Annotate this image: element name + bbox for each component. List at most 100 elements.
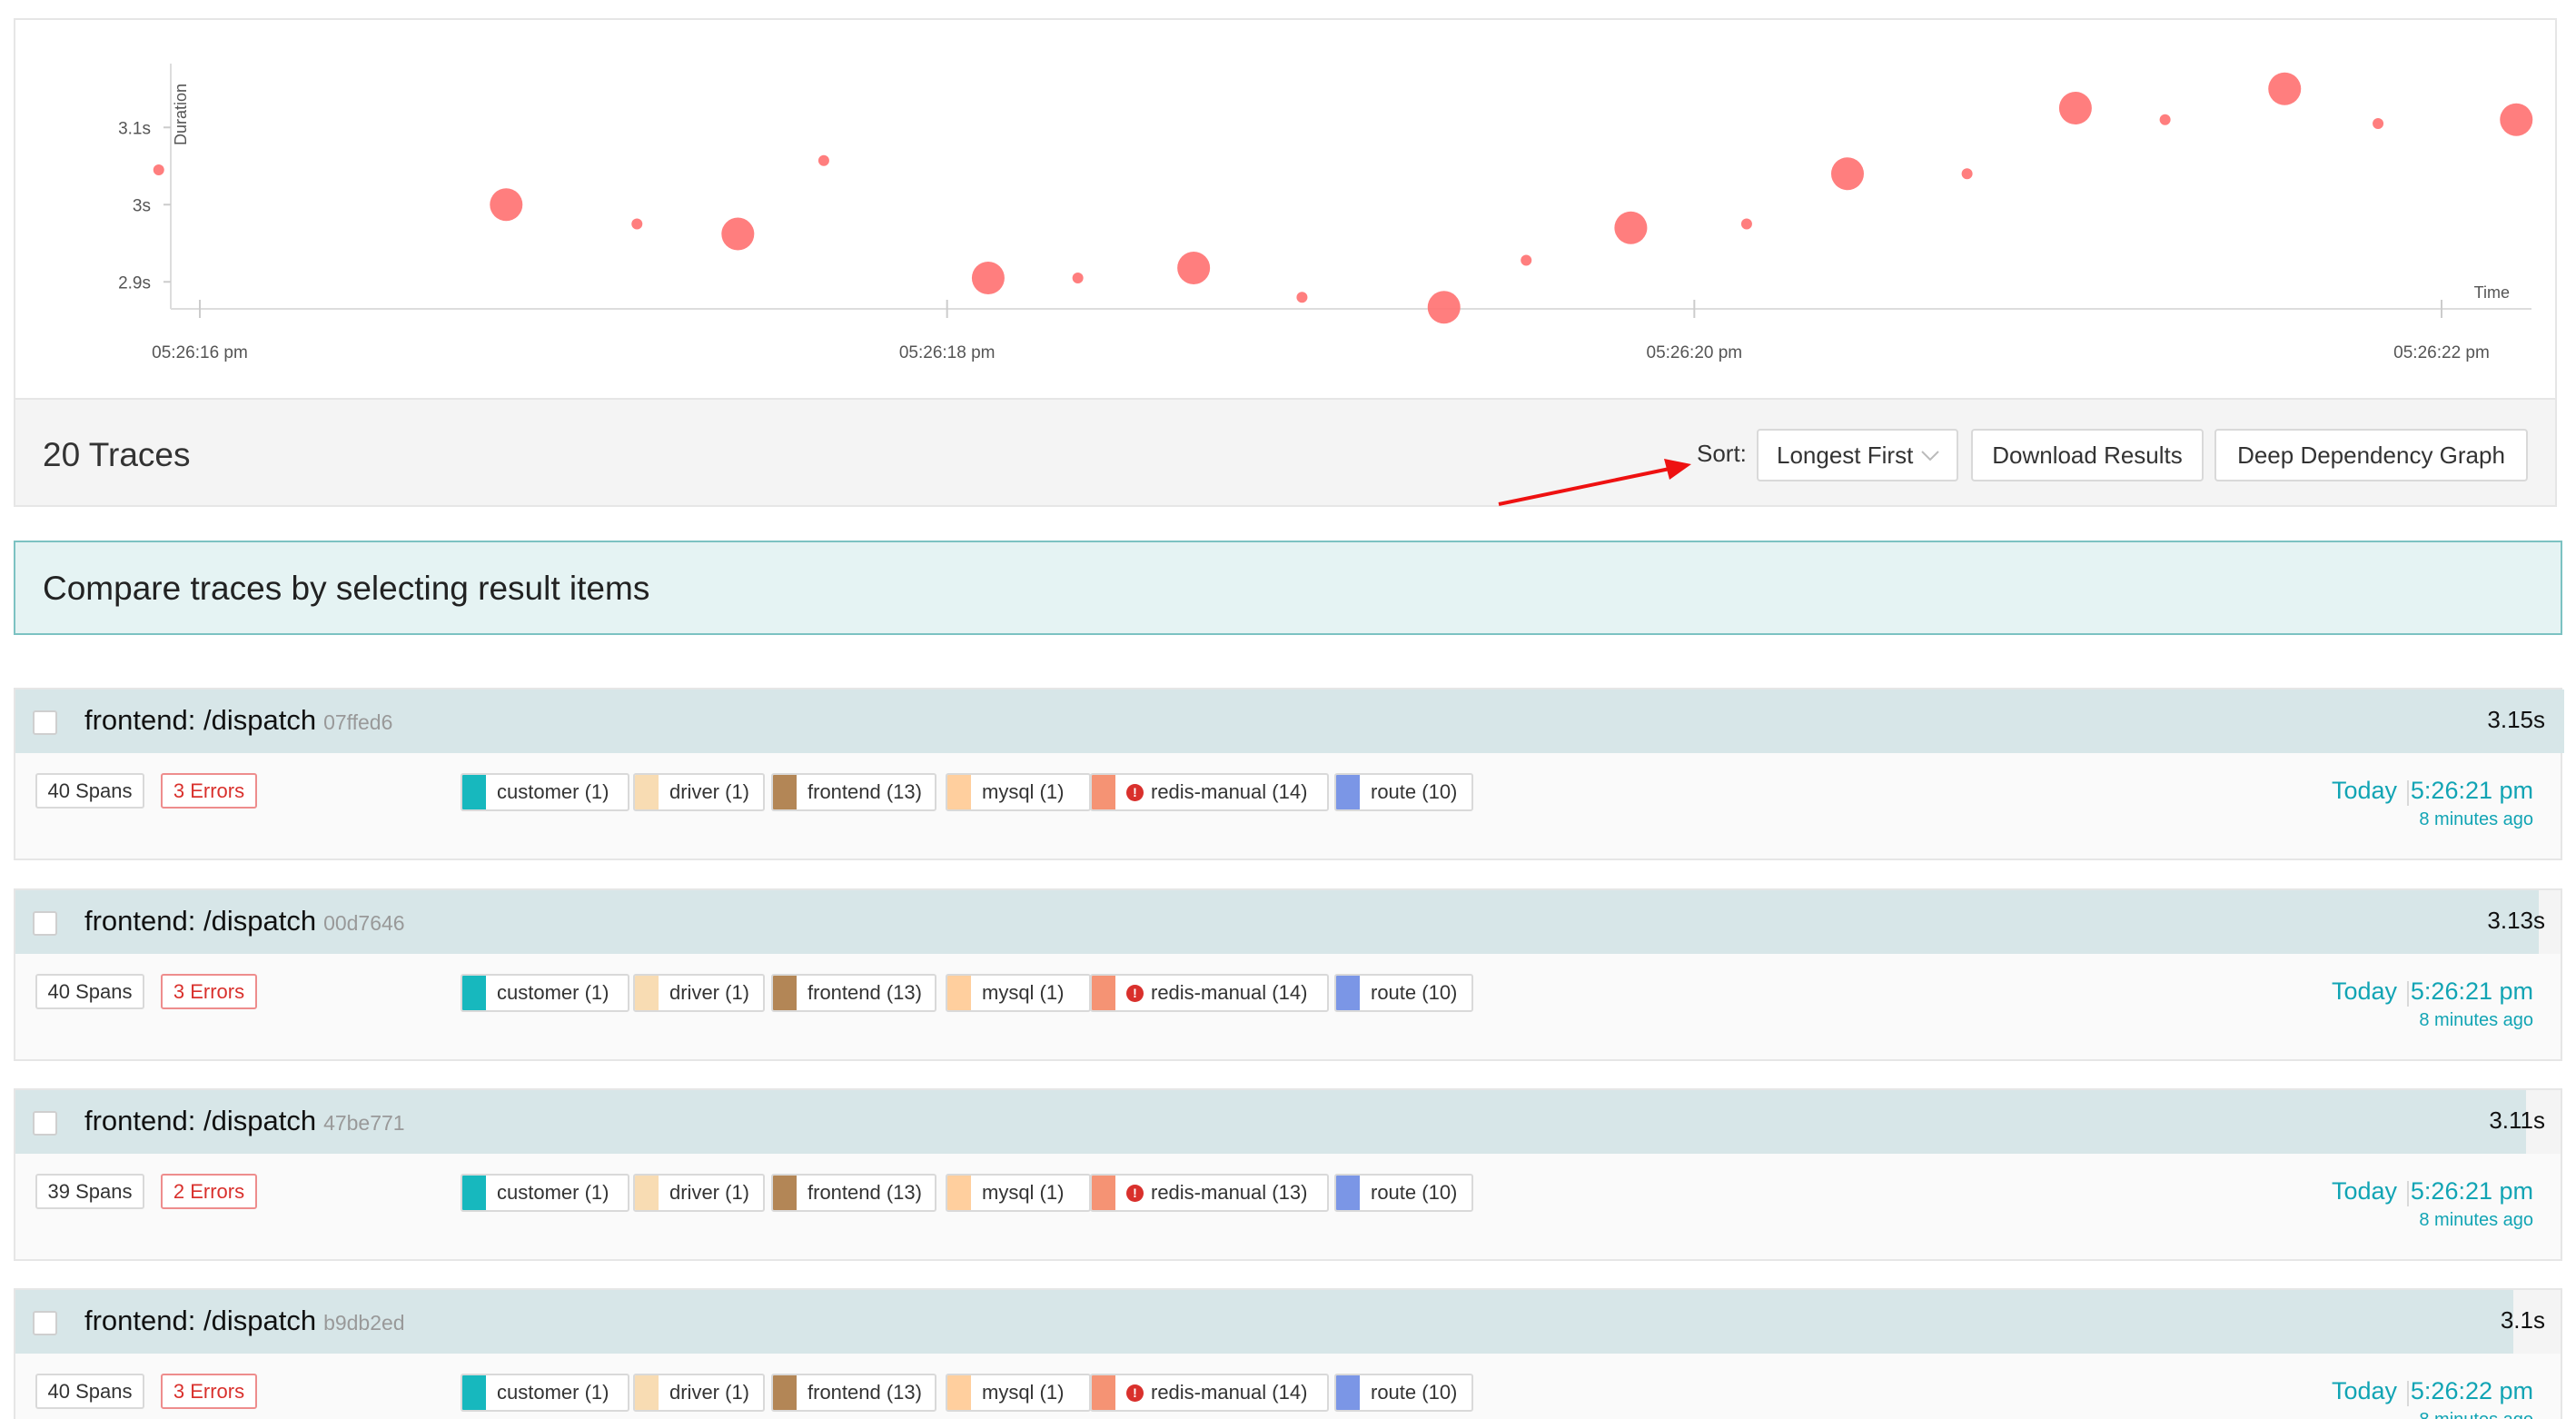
trace-point[interactable]: [1831, 157, 1864, 190]
trace-point[interactable]: [2373, 118, 2383, 129]
service-tag-customer: customer (1): [461, 1374, 629, 1412]
service-color-swatch: [462, 976, 486, 1010]
service-name: redis-manual (14): [1151, 981, 1307, 1005]
service-tag-redis-manual: !redis-manual (14): [1090, 1374, 1329, 1412]
service-color-swatch: [635, 1375, 659, 1410]
compare-checkbox[interactable]: [33, 1311, 57, 1335]
service-color-swatch: [1336, 976, 1360, 1010]
deep-dependency-graph-button[interactable]: Deep Dependency Graph: [2214, 429, 2528, 481]
service-name: route (10): [1371, 1181, 1457, 1205]
service-tag-customer: customer (1): [461, 1174, 629, 1212]
trace-title[interactable]: frontend: /dispatch 47be771: [84, 1105, 405, 1137]
trace-count: 20 Traces: [43, 436, 190, 474]
sort-select[interactable]: Longest First: [1757, 429, 1958, 481]
plot-points[interactable]: [154, 73, 2533, 324]
service-tag-label: customer (1): [486, 1381, 609, 1404]
trace-id: 47be771: [323, 1111, 405, 1135]
service-color-swatch: [1336, 775, 1360, 809]
trace-point[interactable]: [1428, 291, 1461, 323]
x-tick-label: 05:26:20 pm: [1647, 343, 1743, 362]
trace-point[interactable]: [2268, 73, 2301, 105]
service-color-swatch: [773, 1176, 797, 1210]
service-tag-label: !redis-manual (14): [1115, 981, 1307, 1005]
service-tag-frontend: frontend (13): [771, 1174, 936, 1212]
trace-card-header[interactable]: frontend: /dispatch47be771 3.11s: [15, 1090, 2561, 1154]
trace-point[interactable]: [2500, 104, 2532, 136]
service-name: driver (1): [669, 1381, 749, 1404]
trace-point[interactable]: [1073, 273, 1084, 283]
trace-scatter-plot[interactable]: 3.1s3s2.9s05:26:16 pm05:26:18 pm05:26:20…: [15, 20, 2555, 400]
service-color-swatch: [773, 1375, 797, 1410]
service-tag-redis-manual: !redis-manual (14): [1090, 773, 1329, 811]
trace-point[interactable]: [154, 164, 164, 175]
service-tag-driver: driver (1): [633, 773, 765, 811]
service-color-swatch: [635, 976, 659, 1010]
compare-checkbox[interactable]: [33, 710, 57, 735]
service-tag-label: frontend (13): [797, 1181, 922, 1205]
service-name: route (10): [1371, 981, 1457, 1005]
spans-count-badge: 39 Spans: [35, 1174, 144, 1209]
x-axis-title: Time: [2474, 283, 2510, 302]
trace-point[interactable]: [631, 219, 642, 230]
service-color-swatch: [947, 976, 971, 1010]
trace-point[interactable]: [972, 262, 1005, 294]
service-tag-route: route (10): [1334, 1174, 1473, 1212]
trace-title[interactable]: frontend: /dispatch07ffed6: [84, 704, 392, 737]
service-tag-label: driver (1): [659, 1181, 749, 1205]
compare-checkbox[interactable]: [33, 911, 57, 936]
trace-point[interactable]: [1962, 168, 1973, 179]
trace-point[interactable]: [490, 188, 522, 221]
trace-card-header[interactable]: frontend: /dispatchb9db2ed 3.1s: [15, 1290, 2561, 1354]
y-axis-title: Duration: [172, 84, 190, 145]
service-name: frontend (13): [807, 1181, 922, 1205]
error-icon: !: [1126, 1384, 1144, 1402]
trace-title-text: frontend: /dispatch: [84, 704, 316, 736]
service-tag-label: mysql (1): [971, 1181, 1064, 1205]
service-tag-label: customer (1): [486, 780, 609, 804]
service-name: customer (1): [497, 780, 609, 804]
trace-title-text: frontend: /dispatch: [84, 905, 316, 937]
trace-point[interactable]: [1521, 254, 1531, 265]
errors-count-badge: 3 Errors: [161, 1374, 257, 1409]
trace-relative-time: 8 minutes ago: [2419, 1010, 2533, 1031]
service-tag-frontend: frontend (13): [771, 974, 936, 1012]
date-divider: [2407, 1381, 2409, 1406]
service-color-swatch: [947, 775, 971, 809]
date-divider: [2407, 981, 2409, 1007]
trace-card-header[interactable]: frontend: /dispatch00d7646 3.13s: [15, 890, 2561, 954]
trace-card[interactable]: frontend: /dispatch47be771 3.11s 39 Span…: [14, 1088, 2562, 1261]
service-color-swatch: [462, 1375, 486, 1410]
trace-card[interactable]: frontend: /dispatch07ffed6 3.15s 40 Span…: [14, 688, 2562, 860]
error-icon: !: [1126, 784, 1144, 801]
service-tag-driver: driver (1): [633, 1374, 765, 1412]
download-results-button[interactable]: Download Results: [1971, 429, 2204, 481]
trace-point[interactable]: [818, 155, 829, 166]
trace-title[interactable]: frontend: /dispatch00d7646: [84, 905, 405, 938]
trace-point[interactable]: [721, 218, 754, 251]
trace-point[interactable]: [2160, 114, 2171, 125]
compare-checkbox[interactable]: [33, 1111, 57, 1136]
trace-card[interactable]: frontend: /dispatchb9db2ed 3.1s 40 Spans…: [14, 1288, 2562, 1419]
trace-title-text: frontend: /dispatch: [84, 1105, 316, 1136]
trace-point[interactable]: [1614, 212, 1647, 244]
service-tag-customer: customer (1): [461, 974, 629, 1012]
trace-title[interactable]: frontend: /dispatchb9db2ed: [84, 1305, 405, 1337]
trace-id: b9db2ed: [323, 1311, 405, 1335]
service-name: mysql (1): [982, 981, 1064, 1005]
trace-date: Today: [2332, 777, 2397, 805]
trace-card[interactable]: frontend: /dispatch00d7646 3.13s 40 Span…: [14, 888, 2562, 1061]
trace-point[interactable]: [1177, 252, 1210, 284]
service-name: driver (1): [669, 780, 749, 804]
trace-time: 5:26:21 pm: [2411, 777, 2533, 805]
trace-card-body: 40 Spans 3 Errors customer (1)driver (1)…: [15, 1354, 2561, 1419]
trace-point[interactable]: [1296, 292, 1307, 303]
service-tag-driver: driver (1): [633, 1174, 765, 1212]
trace-card-body: 40 Spans 3 Errors customer (1)driver (1)…: [15, 954, 2561, 1059]
service-tag-label: frontend (13): [797, 780, 922, 804]
service-name: driver (1): [669, 1181, 749, 1205]
service-tag-mysql: mysql (1): [946, 974, 1091, 1012]
service-tag-label: driver (1): [659, 780, 749, 804]
trace-point[interactable]: [1741, 219, 1752, 230]
trace-card-header[interactable]: frontend: /dispatch07ffed6 3.15s: [15, 690, 2561, 753]
trace-point[interactable]: [2059, 92, 2092, 124]
